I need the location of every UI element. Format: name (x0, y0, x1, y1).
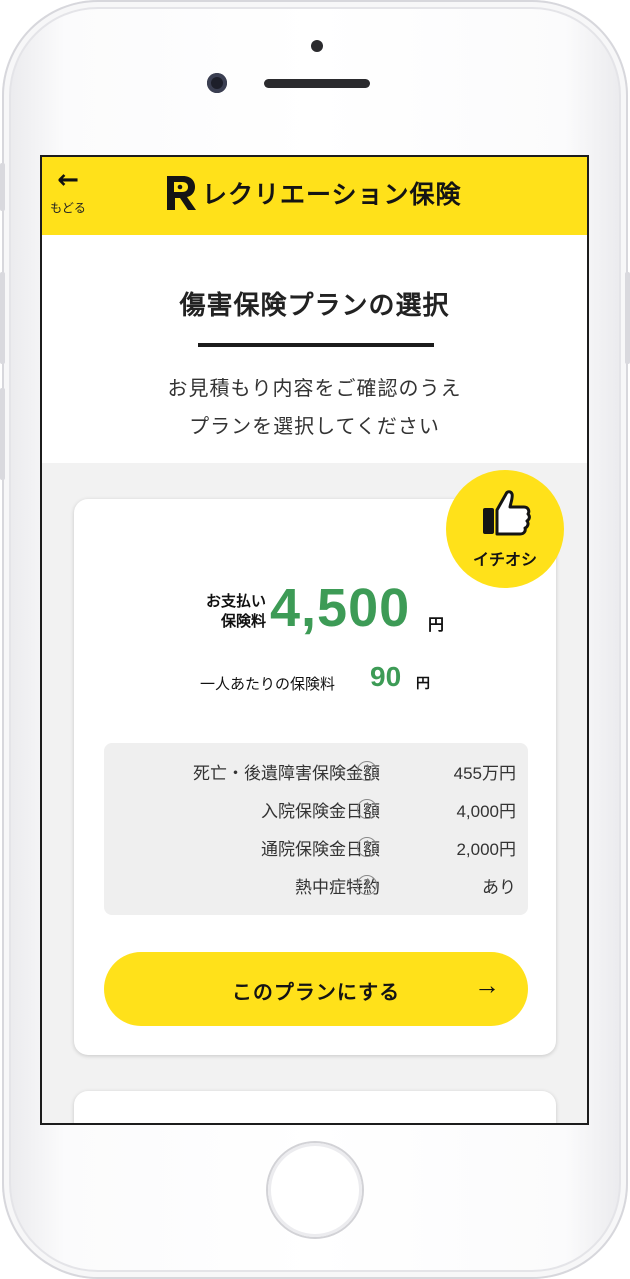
r-logo-icon (167, 176, 196, 210)
next-plan-card (74, 1091, 556, 1123)
detail-row: 入院保険金日額 ? 4,000円 (104, 793, 528, 823)
price-label: お支払い 保険料 (178, 591, 266, 631)
detail-value: 455万円 (453, 764, 516, 783)
thumbs-up-icon (483, 490, 531, 536)
help-icon[interactable]: ? (357, 799, 377, 819)
per-person-unit: 円 (416, 676, 430, 692)
coverage-details: 死亡・後遺障害保険金額 ? 455万円 入院保険金日額 ? 4,000円 通院保… (104, 743, 528, 915)
recommended-badge: イチオシ (446, 470, 564, 588)
arrow-right-icon: → (474, 970, 500, 1000)
brand-name: レクリエーション保険 (202, 180, 462, 209)
home-button[interactable] (268, 1143, 362, 1237)
select-plan-label: このプランにする (231, 982, 401, 1004)
power-button (625, 272, 630, 364)
detail-value: 2,000円 (456, 840, 516, 859)
price-unit: 円 (428, 615, 445, 634)
price-value: 4,500 (270, 578, 411, 638)
detail-label: 死亡・後遺障害保険金額 (193, 764, 380, 784)
detail-row: 熱中症特約 ? あり (104, 869, 528, 899)
volume-down-button (0, 388, 5, 480)
price-label-line-2: 保険料 (220, 612, 266, 630)
intro-section: 傷害保険プランの選択 お見積もり内容をご確認のうえ プランを選択してください (42, 235, 587, 463)
intro-line-1: お見積もり内容をご確認のうえ (167, 376, 462, 400)
per-person-label: 一人あたりの保険料 (200, 675, 336, 693)
app-header: ← もどる レクリエーション保険 (42, 157, 587, 235)
mute-switch (0, 163, 5, 211)
back-label: もどる (50, 201, 86, 215)
intro-line-2: プランを選択してください (189, 414, 440, 438)
detail-row: 死亡・後遺障害保険金額 ? 455万円 (104, 755, 528, 785)
help-icon[interactable]: ? (357, 761, 377, 781)
help-icon[interactable]: ? (357, 837, 377, 857)
app-screen: ← もどる レクリエーション保険 傷害保険プランの選択 お見積もり内容をご確認の… (40, 155, 589, 1125)
earpiece-speaker (264, 79, 370, 88)
per-person-row: 一人あたりの保険料 90 円 (74, 659, 556, 699)
title-underline (198, 343, 434, 347)
per-person-value: 90 (370, 661, 402, 692)
price-label-line-1: お支払い (205, 592, 266, 610)
proximity-sensor (311, 40, 323, 52)
front-camera (207, 73, 227, 93)
detail-row: 通院保険金日額 ? 2,000円 (104, 831, 528, 861)
detail-value: 4,000円 (456, 802, 516, 821)
back-button[interactable]: ← もどる (46, 167, 90, 216)
detail-value: あり (482, 878, 516, 897)
price-row: お支払い 保険料 4,500 円 (74, 577, 556, 647)
page-title: 傷害保険プランの選択 (179, 291, 450, 321)
brand: レクリエーション保険 (164, 173, 462, 213)
intro-text: お見積もり内容をご確認のうえ プランを選択してください (42, 369, 587, 445)
select-plan-button[interactable]: このプランにする → (104, 952, 528, 1026)
back-arrow-icon: ← (57, 165, 79, 195)
badge-label: イチオシ (472, 550, 537, 569)
volume-up-button (0, 272, 5, 364)
help-icon[interactable]: ? (357, 875, 377, 895)
